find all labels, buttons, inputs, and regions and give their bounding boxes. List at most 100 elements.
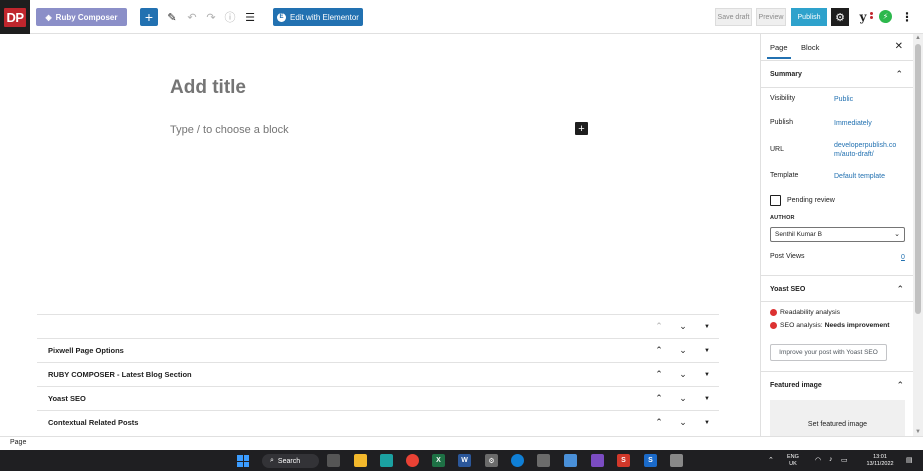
yoast-icon[interactable]: y	[854, 9, 873, 25]
move-up-icon[interactable]: ⌃	[653, 417, 665, 428]
metabox-title: Contextual Related Posts	[48, 418, 139, 427]
move-down-icon[interactable]: ⌄	[677, 417, 689, 428]
move-down-icon[interactable]: ⌄	[677, 393, 689, 404]
word-icon[interactable]: W	[458, 454, 471, 467]
preview-button[interactable]: Preview	[756, 8, 786, 26]
taskbar-search[interactable]: ⌕ Search	[262, 454, 319, 468]
tab-page[interactable]: Page	[767, 43, 790, 59]
notifications-icon[interactable]: ▤	[906, 456, 913, 464]
close-icon[interactable]: ✕	[895, 41, 903, 52]
metabox-row[interactable]: Pixwell Page Options ⌃ ⌄ ▼	[37, 338, 719, 362]
volume-icon[interactable]: ♪	[829, 456, 833, 463]
tools-pencil-icon[interactable]: ✎	[164, 9, 180, 25]
yoast-panel-header[interactable]: Yoast SEO ⌃	[761, 275, 913, 302]
editor-footer: Page	[0, 436, 923, 450]
chrome-icon[interactable]	[406, 454, 419, 467]
lang-line1: ENG	[787, 454, 799, 460]
title-input[interactable]: Add title	[170, 77, 246, 99]
scroll-down-icon[interactable]: ▼	[915, 429, 921, 435]
excel-icon[interactable]: X	[432, 454, 445, 467]
summary-panel-header[interactable]: Summary ⌃	[761, 61, 913, 88]
publish-label: Publish	[770, 119, 793, 126]
ruby-composer-button[interactable]: ◈ Ruby Composer	[36, 8, 127, 26]
toggle-panel-icon[interactable]: ▼	[701, 420, 713, 426]
seo-analysis[interactable]: SEO analysis: Needs improvement	[770, 322, 890, 329]
more-options-icon[interactable]: ⋮	[901, 9, 913, 25]
undo-icon[interactable]: ↶	[184, 9, 200, 25]
url-value-line2: m/auto-draft/	[834, 151, 874, 158]
app-icon[interactable]: S	[644, 454, 657, 467]
readability-analysis[interactable]: Readability analysis	[770, 309, 840, 316]
url-value[interactable]: developerpublish.co m/auto-draft/	[834, 141, 896, 159]
improve-with-yoast-button[interactable]: Improve your post with Yoast SEO	[770, 344, 887, 361]
set-featured-image-button[interactable]: Set featured image	[770, 400, 905, 436]
metabox-row[interactable]: Yoast SEO ⌃ ⌄ ▼	[37, 386, 719, 410]
toggle-panel-icon[interactable]: ▼	[701, 348, 713, 354]
move-down-icon[interactable]: ⌄	[677, 369, 689, 380]
metabox-row[interactable]: Contextual Related Posts ⌃ ⌄ ▼	[37, 410, 719, 434]
status-dot-icon	[770, 322, 777, 329]
settings-gear-icon[interactable]: ⚙	[831, 8, 849, 26]
featured-image-panel-header[interactable]: Featured image ⌃	[761, 371, 913, 398]
author-value: Senthil Kumar B	[775, 231, 822, 238]
clock-date: 13/11/2022	[866, 461, 894, 467]
sidebar-scrollbar[interactable]: ▲ ▼	[913, 34, 923, 436]
bolt-icon[interactable]: ⚡	[879, 10, 892, 23]
calculator-icon[interactable]	[537, 454, 550, 467]
chevron-up-icon[interactable]: ⌃	[768, 456, 774, 464]
edge-icon[interactable]	[511, 454, 524, 467]
language-indicator[interactable]: ENG UK	[787, 454, 799, 468]
metabox-row[interactable]: RUBY COMPOSER - Latest Blog Section ⌃ ⌄ …	[37, 362, 719, 386]
tab-block[interactable]: Block	[801, 43, 819, 52]
toggle-panel-icon[interactable]: ▼	[701, 324, 713, 330]
edit-with-elementor-button[interactable]: E Edit with Elementor	[273, 8, 363, 26]
toggle-panel-icon[interactable]: ▼	[701, 396, 713, 402]
default-block-appender[interactable]: Type / to choose a block	[170, 124, 289, 136]
template-value[interactable]: Default template	[834, 172, 885, 181]
save-draft-button[interactable]: Save draft	[715, 8, 752, 26]
toggle-panel-icon[interactable]: ▼	[701, 372, 713, 378]
ruby-composer-label: Ruby Composer	[55, 12, 118, 22]
task-view-icon[interactable]	[327, 454, 340, 467]
settings-app-icon[interactable]: ⚙	[485, 454, 498, 467]
details-info-icon[interactable]: ⓘ	[222, 9, 238, 25]
site-logo[interactable]: DP	[0, 0, 30, 34]
visibility-value[interactable]: Public	[834, 95, 853, 104]
snipping-tool-icon[interactable]	[670, 454, 683, 467]
publish-value[interactable]: Immediately	[834, 119, 872, 128]
publish-button[interactable]: Publish	[791, 8, 827, 26]
move-up-icon[interactable]: ⌃	[653, 321, 665, 332]
app-icon[interactable]	[380, 454, 393, 467]
elementor-icon: E	[277, 12, 287, 22]
clock[interactable]: 13:01 13/11/2022	[860, 454, 900, 468]
post-views-value[interactable]: 0	[901, 253, 905, 262]
battery-icon[interactable]: ▭	[841, 456, 848, 464]
app-icon[interactable]: S	[617, 454, 630, 467]
scrollbar-thumb[interactable]	[915, 44, 921, 314]
metabox-title: Pixwell Page Options	[48, 346, 124, 355]
windows-start-icon[interactable]	[237, 455, 249, 467]
app-icon[interactable]	[564, 454, 577, 467]
file-explorer-icon[interactable]	[354, 454, 367, 467]
author-select[interactable]: Senthil Kumar B ⌄	[770, 227, 905, 242]
block-inserter-button[interactable]: +	[140, 8, 158, 26]
move-up-icon[interactable]: ⌃	[653, 369, 665, 380]
inline-inserter-button[interactable]: +	[575, 122, 588, 135]
move-up-icon[interactable]: ⌃	[653, 393, 665, 404]
redo-icon[interactable]: ↷	[203, 9, 219, 25]
move-down-icon[interactable]: ⌄	[677, 345, 689, 356]
wifi-icon[interactable]: ◠	[815, 456, 821, 464]
list-view-icon[interactable]: ☰	[242, 9, 258, 25]
seo-value: Needs improvement	[824, 322, 890, 329]
move-up-icon[interactable]: ⌃	[653, 345, 665, 356]
readability-label: Readability analysis	[780, 309, 841, 316]
pending-review-checkbox[interactable]	[770, 195, 781, 206]
post-views-label: Post Views	[770, 253, 805, 260]
visual-studio-icon[interactable]	[591, 454, 604, 467]
url-label: URL	[770, 146, 785, 153]
scroll-up-icon[interactable]: ▲	[915, 35, 921, 41]
logo-text: DP	[4, 7, 26, 27]
metabox-row[interactable]: ⌃ ⌄ ▼	[37, 314, 719, 338]
breadcrumb[interactable]: Page	[10, 439, 26, 446]
move-down-icon[interactable]: ⌄	[677, 321, 689, 332]
